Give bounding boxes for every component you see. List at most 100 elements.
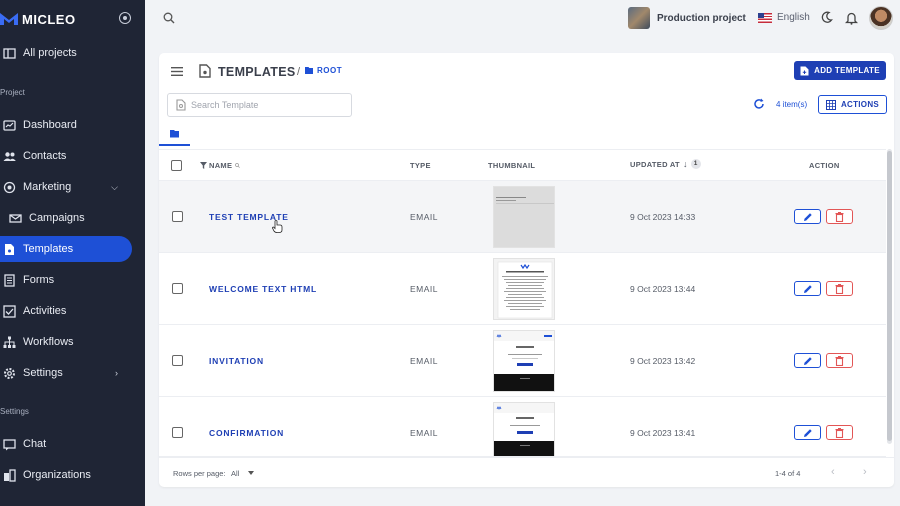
sidebar-item-organizations[interactable]: Organizations [0,462,132,488]
sidebar-item-label: Forms [23,274,55,286]
updated-at: 9 Oct 2023 13:41 [630,428,696,438]
next-page-icon[interactable]: › [863,466,867,478]
caret-down-icon[interactable] [248,471,254,475]
sidebar-item-label: Organizations [23,469,91,481]
sidebar-item-chat[interactable]: Chat [0,431,132,457]
table-row[interactable]: INVITATION EMAIL 9 Oct 2023 13:42 [159,325,886,397]
sidebar-item-campaigns[interactable]: Campaigns [0,205,132,231]
edit-button[interactable] [794,353,821,368]
hand-cursor-icon [272,220,283,233]
pencil-icon [803,212,812,221]
actions-label: ACTIONS [840,100,880,109]
marketing-icon [3,181,16,194]
delete-button[interactable] [826,353,853,368]
projects-icon [3,47,16,60]
row-checkbox[interactable] [172,427,183,438]
breadcrumb-root-label: ROOT [317,66,343,75]
filter-icon [200,162,207,169]
sort-order-badge: 1 [690,159,701,169]
project-switcher[interactable]: Production project [628,7,746,29]
column-header-updated[interactable]: UPDATED AT ↓ 1 [630,159,701,169]
template-thumbnail [493,186,555,248]
table-row[interactable]: WELCOME TEXT HTML EMAIL 9 Oct 2023 13:44 [159,253,886,325]
arrow-down-icon: ↓ [682,159,688,169]
section-label-settings: Settings [0,407,29,416]
dark-mode-icon[interactable] [820,11,833,24]
search-placeholder: Search Template [191,100,259,110]
sidebar-item-contacts[interactable]: Contacts [0,143,132,169]
edit-button[interactable] [794,281,821,296]
row-checkbox[interactable] [172,211,183,222]
template-type: EMAIL [410,428,439,438]
table-footer: Rows per page: All 1-4 of 4 ‹ › [159,457,894,487]
table-scrollbar[interactable] [887,149,892,444]
updated-at: 9 Oct 2023 13:42 [630,356,696,366]
table-row[interactable]: CONFIRMATION EMAIL 9 Oct 2023 13:41 [159,397,886,457]
template-thumbnail [493,258,555,320]
user-avatar[interactable] [869,6,893,30]
template-thumbnail [493,330,555,392]
organizations-icon [3,468,16,482]
notifications-bell-icon[interactable] [845,11,858,25]
sidebar-item-label: Marketing [23,181,72,193]
trash-icon [835,211,844,222]
edit-button[interactable] [794,209,821,224]
search-column-icon [235,163,241,168]
scrollbar-thumb[interactable] [887,151,892,441]
sidebar-item-label: Templates [23,243,74,255]
global-search-icon[interactable] [163,12,175,24]
actions-button[interactable]: ACTIONS [818,95,887,114]
sidebar-item-workflows[interactable]: Workflows [0,329,132,355]
language-selector[interactable]: English [758,12,810,23]
brand-logo[interactable]: MICLEO [0,10,76,28]
updated-at: 9 Oct 2023 14:33 [630,212,696,222]
template-name-link[interactable]: CONFIRMATION [209,428,284,438]
sidebar-toggle-icon[interactable] [119,12,131,24]
project-thumbnail [628,7,650,29]
sidebar-item-settings[interactable]: Settings › [0,360,132,386]
pencil-icon [803,284,812,293]
row-checkbox[interactable] [172,355,183,366]
sidebar-item-label: All projects [23,47,77,59]
menu-icon[interactable] [171,67,183,76]
activities-icon [3,304,16,318]
tab-root-folder[interactable] [159,130,190,146]
sidebar-item-dashboard[interactable]: Dashboard [0,112,132,138]
contacts-icon [3,150,16,163]
add-template-button[interactable]: ADD TEMPLATE [794,61,886,80]
previous-page-icon[interactable]: ‹ [831,466,835,478]
campaigns-icon [9,212,22,225]
folder-open-icon [169,130,179,138]
template-search-input[interactable]: Search Template [167,93,352,117]
chat-icon [3,438,16,451]
breadcrumb-root[interactable]: ROOT [305,66,342,75]
column-header-type[interactable]: TYPE [410,161,431,170]
sidebar-item-all-projects[interactable]: All projects [0,40,132,66]
delete-button[interactable] [826,209,853,224]
pagination-range: 1-4 of 4 [775,469,801,478]
select-all-checkbox[interactable] [171,160,182,171]
template-type: EMAIL [410,356,439,366]
template-name-link[interactable]: INVITATION [209,356,264,366]
trash-icon [835,355,844,366]
template-name-link[interactable]: WELCOME TEXT HTML [209,284,317,294]
sidebar-item-activities[interactable]: Activities [0,298,132,324]
project-name: Production project [657,12,746,24]
rows-per-page-select[interactable]: All [231,469,239,478]
template-file-icon [199,64,211,78]
delete-button[interactable] [826,425,853,440]
edit-button[interactable] [794,425,821,440]
trash-icon [835,283,844,294]
sidebar-item-label: Chat [23,438,47,450]
delete-button[interactable] [826,281,853,296]
refresh-icon[interactable] [753,98,765,110]
column-header-name[interactable]: NAME [200,161,241,170]
chevron-right-icon: › [115,368,118,378]
brand-name: MICLEO [22,11,76,27]
row-checkbox[interactable] [172,283,183,294]
sidebar-item-forms[interactable]: Forms [0,267,132,293]
table-row[interactable]: TEST TEMPLATE EMAIL 9 Oct 2023 14:33 [159,181,886,253]
sidebar-item-templates[interactable]: Templates [0,236,132,262]
sidebar-item-marketing[interactable]: Marketing ⌵ [0,174,132,200]
sidebar-item-label: Workflows [23,336,74,348]
